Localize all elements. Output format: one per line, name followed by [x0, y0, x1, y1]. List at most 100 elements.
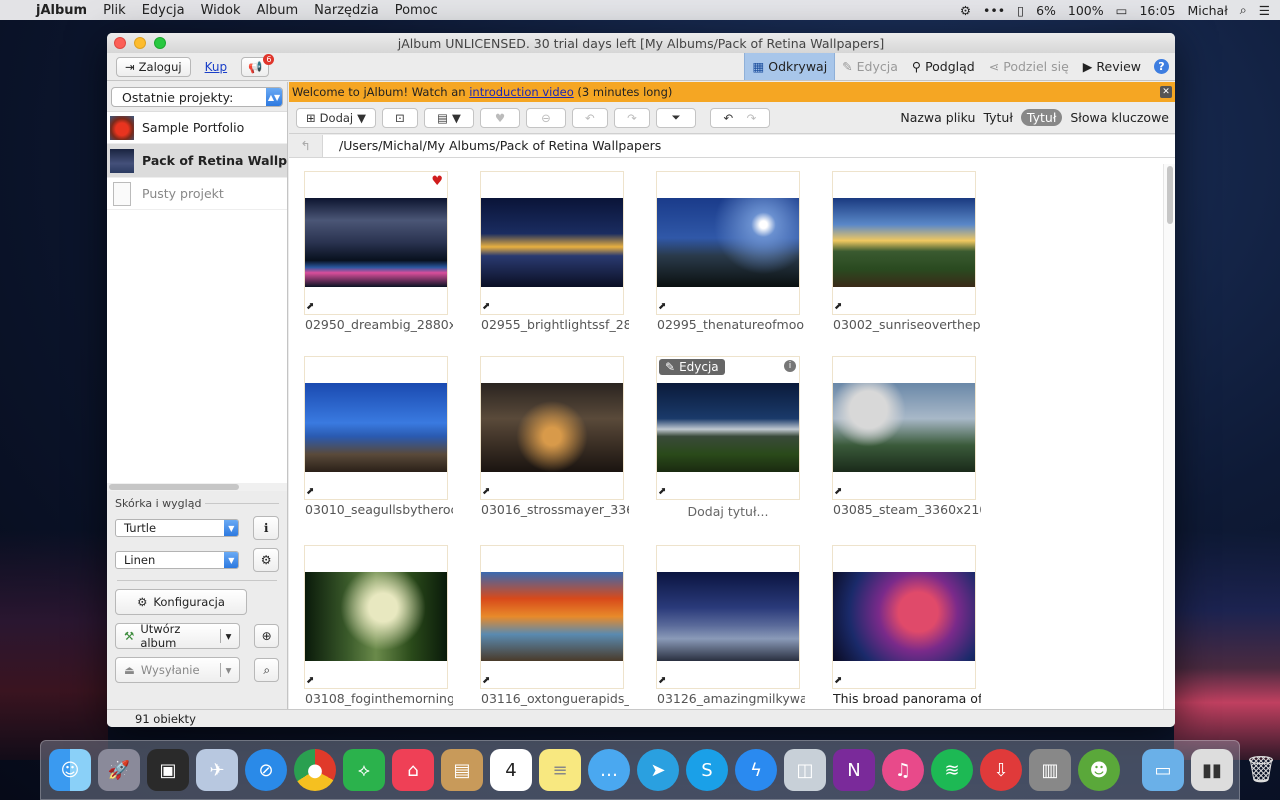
new-page-button[interactable]: ▤ ▼ — [424, 107, 474, 128]
chrome-icon[interactable]: ● — [294, 749, 336, 791]
thumbnail-item[interactable]: ⬈ — [656, 545, 800, 689]
recent-projects-select[interactable]: Ostatnie projekty: ▲▼ — [111, 87, 283, 107]
new-folder-button[interactable]: ⊡ — [382, 107, 418, 128]
thumbnail-caption[interactable]: 03116_oxtonguerapids_28 — [481, 691, 629, 706]
menu-plik[interactable]: Plik — [95, 3, 134, 18]
thumbnail-item[interactable]: ⬈ — [832, 545, 976, 689]
menu-album[interactable]: Album — [249, 3, 307, 18]
image-stack-icon[interactable]: ▥ — [1029, 749, 1071, 791]
up-folder-button[interactable]: ↰ — [289, 134, 323, 157]
thumbnail-item-hover[interactable]: ✎ Edycja i ⬈ — [656, 356, 800, 500]
menu-narzedzia[interactable]: Narzędzia — [306, 3, 387, 18]
menu-app[interactable]: jAlbum — [28, 3, 95, 18]
thumbnail-caption[interactable]: 02955_brightlightssf_288 — [481, 317, 629, 332]
thumbnail-caption[interactable]: 03126_amazingmilkywayv — [657, 691, 805, 706]
login-button[interactable]: ⇥ Zaloguj — [116, 56, 191, 77]
menu-widok[interactable]: Widok — [193, 3, 249, 18]
rotate-right-button[interactable]: ↷ — [614, 107, 650, 128]
user-menu[interactable]: Michał — [1188, 3, 1228, 18]
thumbnail-caption[interactable]: 03108_foginthemorning_2 — [305, 691, 453, 706]
project-sample-portfolio[interactable]: Sample Portfolio — [107, 112, 287, 144]
configuration-button[interactable]: ⚙ Konfiguracja — [115, 589, 247, 615]
image-capture-icon[interactable]: ◫ — [784, 749, 826, 791]
sort-title-active[interactable]: Tytuł — [1020, 109, 1063, 126]
upload-button[interactable]: ⏏ Wysyłanie ▾ — [115, 657, 241, 683]
thumbnail-item[interactable]: ♥ ⬈ — [304, 171, 448, 315]
preview-zoom-button[interactable]: ⊕ — [254, 624, 279, 648]
skin-info-button[interactable]: ℹ — [253, 516, 279, 540]
exclude-button[interactable]: ⊖ — [526, 107, 566, 128]
project-list-scrollbar[interactable] — [107, 483, 287, 491]
thumbnail-item[interactable]: ⬈ — [832, 171, 976, 315]
clock[interactable]: 16:05 — [1139, 3, 1175, 18]
launchpad-icon[interactable]: 🚀 — [98, 749, 140, 791]
messenger-icon[interactable]: ϟ — [735, 749, 777, 791]
grid-scrollbar[interactable] — [1163, 164, 1175, 709]
close-button[interactable] — [114, 37, 126, 49]
add-button[interactable]: ⊞ Dodaj ▼ — [296, 107, 376, 128]
downloads-stack-icon[interactable]: ▮▮ — [1191, 749, 1233, 791]
tab-podziel-sie[interactable]: ⋖ Podziel się — [982, 53, 1076, 80]
pocket-icon[interactable]: ⌂ — [392, 749, 434, 791]
gear-icon[interactable]: ⚙ — [960, 3, 971, 18]
thumbnail-caption[interactable]: 03085_steam_3360x2100 — [833, 502, 981, 517]
notifications-button[interactable]: 📢 6 — [241, 53, 275, 77]
minimize-button[interactable] — [134, 37, 146, 49]
project-empty[interactable]: Pusty projekt — [107, 178, 287, 210]
close-icon[interactable]: ✕ — [1160, 86, 1172, 98]
finder-icon[interactable]: ☺ — [49, 749, 91, 791]
menu-pomoc[interactable]: Pomoc — [387, 3, 446, 18]
trash-icon[interactable]: 🗑 — [1240, 749, 1280, 791]
thumbnail-caption[interactable]: 03010_seagullsbytherock — [305, 502, 453, 517]
itunes-icon[interactable]: ♫ — [882, 749, 924, 791]
preview-icon[interactable]: ✈ — [196, 749, 238, 791]
sort-keywords[interactable]: Słowa kluczowe — [1070, 110, 1169, 125]
redo-icon[interactable]: ↷ — [747, 111, 757, 125]
zoom-button[interactable] — [154, 37, 166, 49]
folder-path[interactable]: /Users/Michal/My Albums/Pack of Retina W… — [323, 134, 1175, 157]
thumbnail-item[interactable]: ⬈ — [480, 356, 624, 500]
edit-badge[interactable]: ✎ Edycja — [659, 359, 725, 375]
tab-edycja[interactable]: ✎ Edycja — [835, 53, 905, 80]
thumbnail-item[interactable]: ⬈ — [480, 171, 624, 315]
chevron-down-icon[interactable]: ▾ — [219, 629, 231, 643]
notification-center-icon[interactable]: ☰ — [1259, 3, 1270, 18]
style-settings-button[interactable]: ⚙ — [253, 548, 279, 572]
onenote-icon[interactable]: N — [833, 749, 875, 791]
search-button[interactable]: ⌕ — [254, 658, 279, 682]
calendar-icon[interactable]: 4 — [490, 749, 532, 791]
safari-icon[interactable]: ⊘ — [245, 749, 287, 791]
thumbnail-item[interactable]: ⬈ — [304, 545, 448, 689]
jalbum-icon[interactable]: ☻ — [1078, 749, 1120, 791]
project-retina-wallpapers[interactable]: Pack of Retina Wallpapers — [107, 144, 287, 178]
folder-icon[interactable]: ▭ — [1142, 749, 1184, 791]
photo-app-icon[interactable]: ▣ — [147, 749, 189, 791]
telegram-icon[interactable]: ➤ — [637, 749, 679, 791]
phone-battery-icon[interactable]: ▯ — [1017, 3, 1024, 18]
favorite-button[interactable]: ♥ — [480, 107, 520, 128]
tab-review[interactable]: ▶ Review — [1076, 53, 1148, 80]
tab-odkrywaj[interactable]: ▦ Odkrywaj — [744, 53, 836, 80]
help-icon[interactable]: ? — [1154, 59, 1169, 74]
tab-podglad[interactable]: ⚲ Podgląd — [905, 53, 982, 80]
heart-icon[interactable]: ♥ — [431, 174, 443, 189]
intro-video-link[interactable]: introduction video — [469, 85, 574, 99]
sort-filename[interactable]: Nazwa pliku — [900, 110, 975, 125]
undo-icon[interactable]: ↶ — [724, 111, 734, 125]
thumbnail-item[interactable]: ⬈ — [304, 356, 448, 500]
feedly-icon[interactable]: ⟡ — [343, 749, 385, 791]
menu-edycja[interactable]: Edycja — [134, 3, 193, 18]
style-select[interactable]: Linen ▼ — [115, 551, 240, 569]
notes-icon[interactable]: ≡ — [539, 749, 581, 791]
thumbnail-caption[interactable]: 03016_strossmayer_3360 — [481, 502, 629, 517]
thumbnail-caption[interactable]: This broad panorama of — [833, 691, 981, 706]
pdf-app-icon[interactable]: ⇩ — [980, 749, 1022, 791]
spotlight-icon[interactable]: ⌕ — [1240, 2, 1247, 18]
thumbnail-item[interactable]: ⬈ — [656, 171, 800, 315]
rotate-left-button[interactable]: ↶ — [572, 107, 608, 128]
info-icon[interactable]: i — [784, 360, 796, 372]
contacts-icon[interactable]: ▤ — [441, 749, 483, 791]
thumbnail-item[interactable]: ⬈ — [832, 356, 976, 500]
spotify-icon[interactable]: ≋ — [931, 749, 973, 791]
filter-button[interactable]: ⏷ — [656, 107, 696, 128]
